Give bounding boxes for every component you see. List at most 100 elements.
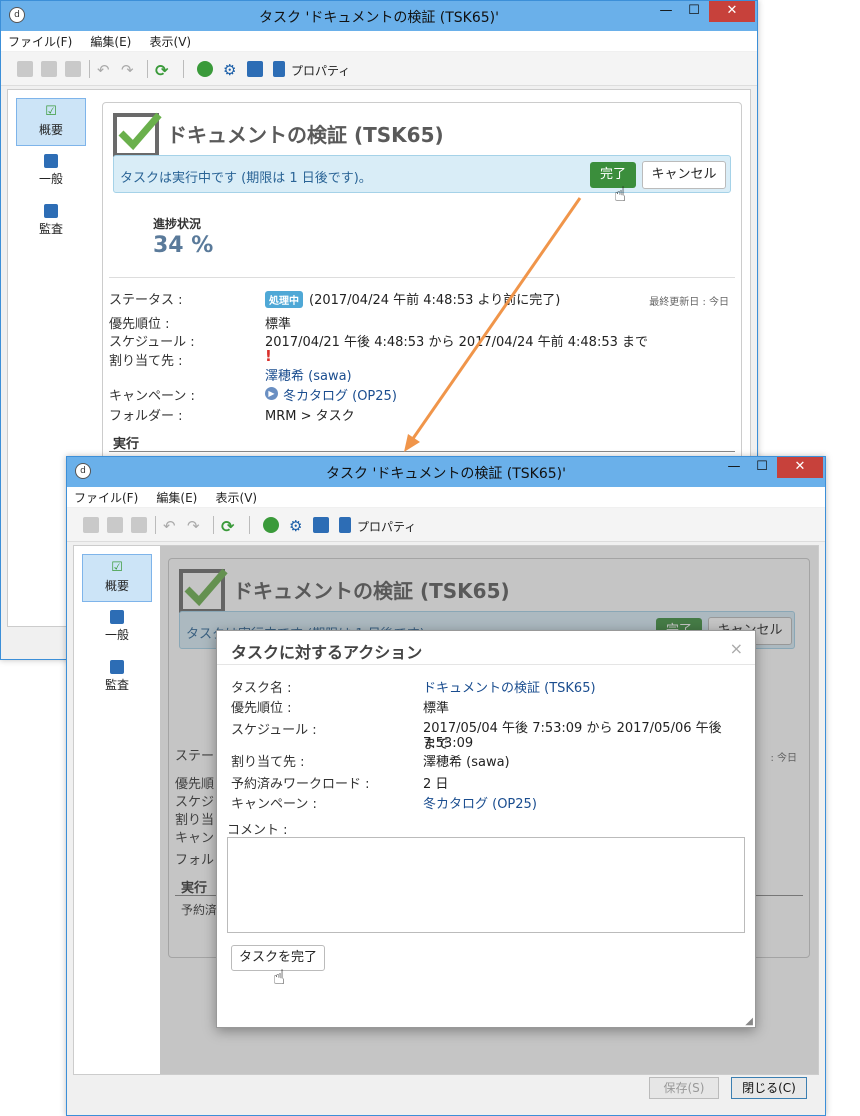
minimize-button[interactable]: —: [721, 457, 747, 478]
status-value: 処理中 (2017/04/24 午前 4:48:53 より前に完了): [265, 289, 560, 308]
cancel-button[interactable]: キャンセル: [642, 161, 726, 189]
checkbox-icon: ☑: [111, 560, 123, 575]
cut-icon[interactable]: [41, 61, 57, 77]
menu-file[interactable]: ファイル(F): [1, 31, 79, 52]
task-edit-icon[interactable]: [247, 61, 263, 77]
calculator-icon[interactable]: [197, 61, 213, 77]
clipboard-icon: [110, 610, 124, 624]
sidebar-item-overview[interactable]: ☑ 概要: [82, 554, 152, 602]
menu-bar: ファイル(F) 編集(E) 表示(V): [1, 31, 757, 51]
audit-icon: [110, 660, 124, 674]
dialog-title: タスクに対するアクション: [231, 643, 423, 662]
sidebar-item-general[interactable]: 一般: [16, 148, 86, 196]
menu-edit[interactable]: 編集(E): [149, 487, 204, 508]
close-window-button[interactable]: ✕: [777, 457, 823, 478]
task-check-icon: [113, 112, 162, 157]
clipboard-icon: [44, 154, 58, 168]
priority-label: 優先順位 :: [231, 701, 292, 716]
properties-icon[interactable]: [339, 517, 351, 533]
toolbar-separator: [155, 516, 156, 534]
dialog-header: タスクに対するアクション ×: [217, 631, 755, 665]
redo-icon[interactable]: ↷: [121, 61, 137, 79]
task-name-link[interactable]: ドキュメントの検証 (TSK65): [423, 677, 596, 696]
copy-icon[interactable]: [17, 61, 33, 77]
comment-label: コメント :: [227, 823, 288, 838]
priority-value: 標準: [265, 317, 292, 332]
sidebar-item-audit[interactable]: 監査: [16, 198, 86, 246]
save-button[interactable]: 保存(S): [649, 1077, 719, 1099]
task-edit-icon[interactable]: [313, 517, 329, 533]
cut-icon[interactable]: [107, 517, 123, 533]
status-detail: (2017/04/24 午前 4:48:53 より前に完了): [309, 293, 561, 308]
menu-edit[interactable]: 編集(E): [83, 31, 138, 52]
sidebar-item-label: 一般: [38, 172, 63, 186]
schedule-value: 2017/04/21 午後 4:48:53 から 2017/04/24 午前 4…: [265, 335, 649, 350]
complete-button[interactable]: 完了: [590, 162, 636, 188]
audit-icon: [44, 204, 58, 218]
schedule-label: スケジュール :: [231, 723, 317, 738]
undo-icon[interactable]: ↶: [163, 517, 179, 535]
refresh-icon[interactable]: ⟳: [221, 517, 237, 536]
menu-view[interactable]: 表示(V): [143, 31, 199, 52]
schedule-label: スケジュール :: [109, 335, 195, 350]
close-window-button[interactable]: ✕: [709, 1, 755, 22]
sidebar-item-label: 監査: [38, 222, 63, 236]
priority-value: 標準: [423, 701, 450, 716]
priority-label: 優先順位 :: [109, 317, 170, 332]
dialog-close-icon[interactable]: ×: [730, 639, 743, 658]
sidebar-item-audit[interactable]: 監査: [82, 654, 152, 702]
schedule-value: 2017/05/04 午後 7:53:09 から 2017/05/06 午後 7…: [423, 721, 722, 751]
checkbox-icon: ☑: [45, 104, 57, 119]
menu-file[interactable]: ファイル(F): [67, 487, 145, 508]
properties-icon[interactable]: [273, 61, 285, 77]
title-bar[interactable]: d タスク 'ドキュメントの検証 (TSK65)' — ☐ ✕: [1, 1, 757, 31]
alert-icon: !: [265, 347, 272, 365]
undo-icon[interactable]: ↶: [97, 61, 113, 79]
divider: [109, 277, 735, 278]
toolbar: ↶ ↷ ⟳ ⚙ プロパティ: [67, 508, 825, 542]
banner-text: タスクは実行中です (期限は 1 日後です)。: [120, 171, 372, 186]
title-bar[interactable]: d タスク 'ドキュメントの検証 (TSK65)' — ☐ ✕: [67, 457, 825, 487]
menu-view[interactable]: 表示(V): [209, 487, 265, 508]
maximize-button[interactable]: ☐: [749, 457, 775, 478]
play-icon: ▶: [265, 387, 278, 400]
window-title: タスク 'ドキュメントの検証 (TSK65)': [259, 10, 499, 26]
assignee-link[interactable]: 澤穂希 (sawa): [265, 365, 352, 384]
properties-label[interactable]: プロパティ: [357, 518, 416, 535]
calculator-icon[interactable]: [263, 517, 279, 533]
comment-textarea[interactable]: [227, 837, 745, 933]
properties-label[interactable]: プロパティ: [291, 62, 350, 79]
minimize-button[interactable]: —: [653, 1, 679, 22]
assignee-label: 割り当て先 :: [109, 354, 183, 369]
redo-icon[interactable]: ↷: [187, 517, 203, 535]
close-button[interactable]: 閉じる(C): [731, 1077, 807, 1099]
folder-value: MRM > タスク: [265, 409, 355, 424]
toolbar-separator: [249, 516, 250, 534]
execution-section-title: 実行: [113, 437, 140, 452]
resize-grip-icon[interactable]: ◢: [745, 1016, 753, 1027]
campaign-link[interactable]: 冬カタログ (OP25): [423, 793, 537, 812]
toolbar-separator: [183, 60, 184, 78]
sidebar-item-label: 概要: [38, 123, 63, 137]
paste-icon[interactable]: [65, 61, 81, 77]
task-action-dialog: タスクに対するアクション × タスク名 : ドキュメントの検証 (TSK65) …: [216, 630, 756, 1028]
refresh-icon[interactable]: ⟳: [155, 61, 171, 80]
settings-icon[interactable]: ⚙: [289, 517, 305, 535]
status-badge: 処理中: [265, 291, 303, 308]
assignee-value: 澤穂希 (sawa): [423, 755, 510, 770]
sidebar-item-general[interactable]: 一般: [82, 604, 152, 652]
sidebar: ☑ 概要 一般 監査: [74, 546, 154, 1066]
last-updated: 最終更新日 : 今日: [649, 297, 729, 308]
hand-cursor-icon: ☝: [273, 965, 286, 989]
sidebar-item-label: 監査: [104, 678, 129, 692]
folder-label: フォルダー :: [109, 409, 183, 424]
maximize-button[interactable]: ☐: [681, 1, 707, 22]
workload-value: 2 日: [423, 777, 449, 792]
settings-icon[interactable]: ⚙: [223, 61, 239, 79]
copy-icon[interactable]: [83, 517, 99, 533]
sidebar-item-overview[interactable]: ☑ 概要: [16, 98, 86, 146]
campaign-link[interactable]: 冬カタログ (OP25): [283, 385, 397, 404]
status-banner: タスクは実行中です (期限は 1 日後です)。 完了 キャンセル ☝: [113, 155, 731, 206]
paste-icon[interactable]: [131, 517, 147, 533]
task-name-label: タスク名 :: [231, 681, 292, 696]
